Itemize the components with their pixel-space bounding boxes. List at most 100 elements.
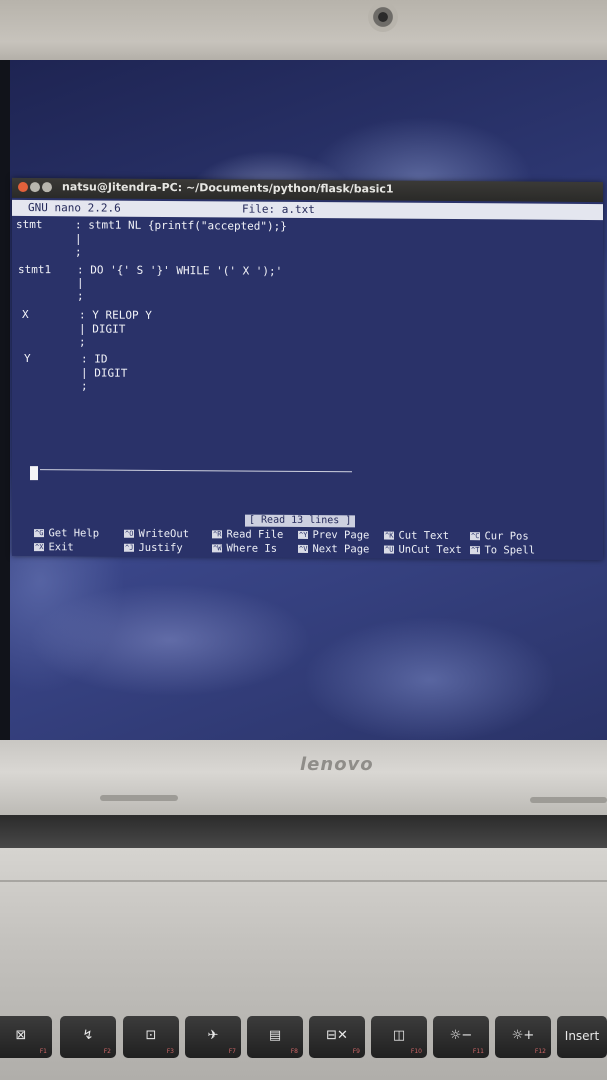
key-f2[interactable]: ↯ F2 xyxy=(60,1016,116,1058)
key-glyph: ↯ xyxy=(82,1028,94,1043)
key-f9[interactable]: ⊟✕ F9 xyxy=(309,1016,365,1058)
shortcut-key: ^V xyxy=(298,544,309,554)
line-code: | xyxy=(75,232,82,246)
line-code: : stmt1 NL {printf("accepted");} xyxy=(75,218,287,233)
line-code: ; xyxy=(75,245,82,259)
line-code: ; xyxy=(77,289,84,303)
key-fn-label: F12 xyxy=(534,1048,546,1055)
editor-area[interactable]: stmt : stmt1 NL {printf("accepted");} | … xyxy=(12,218,603,512)
shortcut-key: ^K xyxy=(384,531,395,540)
key-f7[interactable]: ✈ F7 xyxy=(185,1016,241,1058)
shortcut-label: WriteOut xyxy=(138,527,190,541)
nano-version: GNU nano 2.2.6 xyxy=(28,201,121,215)
shortcut-key: ^G xyxy=(34,529,45,538)
key-glyph: ◫ xyxy=(392,1028,406,1043)
line-code: : DO '{' S '}' WHILE '(' X ');' xyxy=(77,263,283,278)
key-glyph: ✈ xyxy=(207,1028,219,1043)
line-code: | DIGIT xyxy=(81,366,128,380)
nano-header: GNU nano 2.2.6 File: a.txt xyxy=(12,199,603,221)
window-title: natsu@Jitendra-PC: ~/Documents/python/fl… xyxy=(62,180,394,196)
shortcut-exit[interactable]: ^X Exit xyxy=(34,541,74,554)
key-fn-label: F2 xyxy=(103,1048,111,1055)
line-code: ; xyxy=(81,379,88,393)
key-glyph: Insert xyxy=(564,1029,600,1043)
key-f1[interactable]: ⊠ F1 xyxy=(0,1016,52,1058)
line-code: ; xyxy=(79,335,86,349)
shortcut-label: To Spell xyxy=(484,544,536,557)
hinge-bar-left xyxy=(100,795,178,801)
key-f8[interactable]: ▤ F8 xyxy=(247,1016,303,1058)
key-fn-label: F11 xyxy=(472,1048,484,1055)
maximize-icon[interactable] xyxy=(42,182,52,193)
window-titlebar[interactable]: natsu@Jitendra-PC: ~/Documents/python/fl… xyxy=(12,177,603,203)
hinge-bar-right xyxy=(530,797,607,803)
line-code: : ID xyxy=(81,352,108,366)
shortcut-read-file[interactable]: ^R Read File xyxy=(212,528,283,541)
shortcut-bar: ^G Get Help ^O WriteOut ^R Read File ^Y Prev… xyxy=(34,527,594,559)
laptop-gap xyxy=(0,815,607,850)
shortcut-label: Where Is xyxy=(226,542,278,555)
shortcut-label: Get Help xyxy=(48,527,100,540)
shortcut-key: ^J xyxy=(124,543,135,552)
shortcut-key: ^W xyxy=(212,544,223,553)
shortcut-to-spell[interactable]: ^T To Spell xyxy=(470,544,535,557)
shortcut-cur-pos[interactable]: ^C Cur Pos xyxy=(470,530,529,543)
shortcut-cut-text[interactable]: ^K Cut Text xyxy=(384,530,449,543)
key-f10[interactable]: ◫ F10 xyxy=(371,1016,427,1058)
key-glyph: ☼+ xyxy=(511,1028,535,1043)
laptop-hinge xyxy=(0,740,607,820)
shortcut-key: ^T xyxy=(470,546,481,555)
shortcut-prev-page[interactable]: ^Y Prev Page xyxy=(298,529,369,542)
line-label: stmt1 xyxy=(18,262,52,277)
close-icon[interactable] xyxy=(18,181,28,193)
line-code: | xyxy=(77,276,84,290)
webcam xyxy=(368,2,398,32)
shortcut-key: ^U xyxy=(384,545,395,554)
shortcut-label: UnCut Text xyxy=(398,543,462,557)
key-fn-label: F9 xyxy=(352,1048,360,1055)
shortcut-label: Prev Page xyxy=(312,529,370,542)
text-cursor xyxy=(30,466,38,481)
screen-bezel xyxy=(0,60,10,740)
key-glyph: ▤ xyxy=(268,1028,282,1043)
shortcut-label: Cut Text xyxy=(398,529,450,542)
function-key-row: ⊠ F1 ↯ F2 ⊡ F3 ✈ F7 ▤ F8 ⊟✕ F9 ◫ F10 ☼− F11 ☼+ F1… xyxy=(0,1016,607,1080)
key-fn-label: F7 xyxy=(228,1048,236,1055)
line-label: X xyxy=(22,308,29,322)
shortcut-get-help[interactable]: ^G Get Help xyxy=(34,527,99,540)
key-fn-label: F3 xyxy=(166,1048,174,1055)
key-f3[interactable]: ⊡ F3 xyxy=(123,1016,179,1058)
shortcut-key: ^C xyxy=(470,532,481,541)
line-code: : Y RELOP Y xyxy=(79,308,152,322)
base-edge xyxy=(0,880,607,882)
key-insert[interactable]: Insert xyxy=(557,1016,607,1058)
status-message: [ Read 13 lines ] xyxy=(245,514,356,528)
shortcut-key: ^O xyxy=(124,529,135,538)
shortcut-uncut-text[interactable]: ^U UnCut Text xyxy=(384,544,462,558)
minimize-icon[interactable] xyxy=(30,182,40,193)
shortcut-label: Justify xyxy=(138,541,183,555)
shortcut-key: ^R xyxy=(212,530,223,539)
key-fn-label: F8 xyxy=(290,1048,298,1055)
shortcut-where-is[interactable]: ^W Where Is xyxy=(212,542,277,555)
line-label: stmt xyxy=(16,217,43,232)
shortcut-key: ^X xyxy=(34,543,45,552)
shortcut-justify[interactable]: ^J Justify xyxy=(124,542,183,555)
terminal-window: natsu@Jitendra-PC: ~/Documents/python/fl… xyxy=(12,177,603,561)
key-glyph: ⊡ xyxy=(145,1028,157,1043)
brand-logo: lenovo xyxy=(300,754,374,775)
key-fn-label: F10 xyxy=(410,1048,422,1055)
rendering-line xyxy=(40,469,352,473)
line-code: | DIGIT xyxy=(79,322,126,336)
line-label: Y xyxy=(24,352,31,366)
shortcut-label: Cur Pos xyxy=(484,530,529,543)
shortcut-label: Next Page xyxy=(312,543,370,556)
shortcut-label: Exit xyxy=(48,541,74,554)
shortcut-writeout[interactable]: ^O WriteOut xyxy=(124,528,189,541)
key-glyph: ⊠ xyxy=(15,1028,27,1043)
key-f12[interactable]: ☼+ F12 xyxy=(495,1016,551,1058)
key-fn-label: F1 xyxy=(39,1048,47,1055)
key-glyph: ⊟✕ xyxy=(326,1028,348,1043)
shortcut-next-page[interactable]: ^V Next Page xyxy=(298,543,369,556)
key-f11[interactable]: ☼− F11 xyxy=(433,1016,489,1058)
